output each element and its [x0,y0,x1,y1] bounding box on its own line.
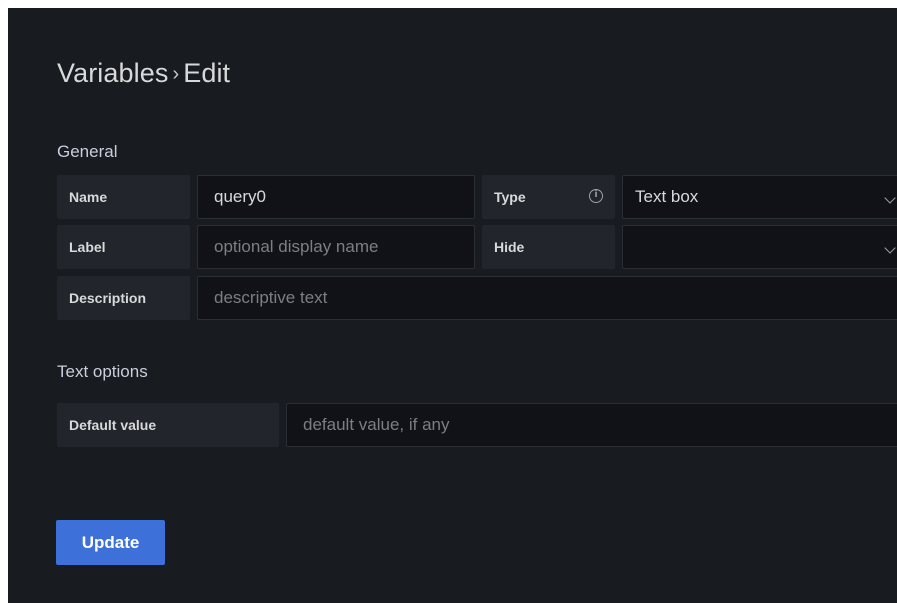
general-section-title: General [57,142,118,161]
description-label: Description [57,276,190,320]
update-button[interactable]: Update [56,520,165,565]
type-select-value: Text box [635,187,699,206]
hide-label: Hide [482,225,615,269]
chevron-down-icon [884,192,896,204]
page-title: Variables › Edit [57,58,230,89]
type-label: Type i [482,175,615,219]
label-label: Label [57,225,190,269]
breadcrumb-separator: › [172,63,180,85]
breadcrumb-variables[interactable]: Variables [57,58,168,88]
hide-select[interactable] [622,225,897,269]
chevron-down-icon [884,242,896,254]
name-input[interactable]: query0 [197,175,475,219]
breadcrumb-edit: Edit [183,58,231,88]
text-options-section-title: Text options [57,362,148,381]
variable-editor-panel: Variables › Edit General Name query0 Type … [8,8,897,603]
default-value-input[interactable]: default value, if any [286,403,897,447]
type-select[interactable]: Text box [622,175,897,219]
type-label-text: Type [494,189,526,205]
name-label: Name [57,175,190,219]
description-input[interactable]: descriptive text [197,276,897,320]
info-icon[interactable]: i [589,189,603,203]
label-input[interactable]: optional display name [197,225,475,269]
default-value-label: Default value [57,403,279,447]
